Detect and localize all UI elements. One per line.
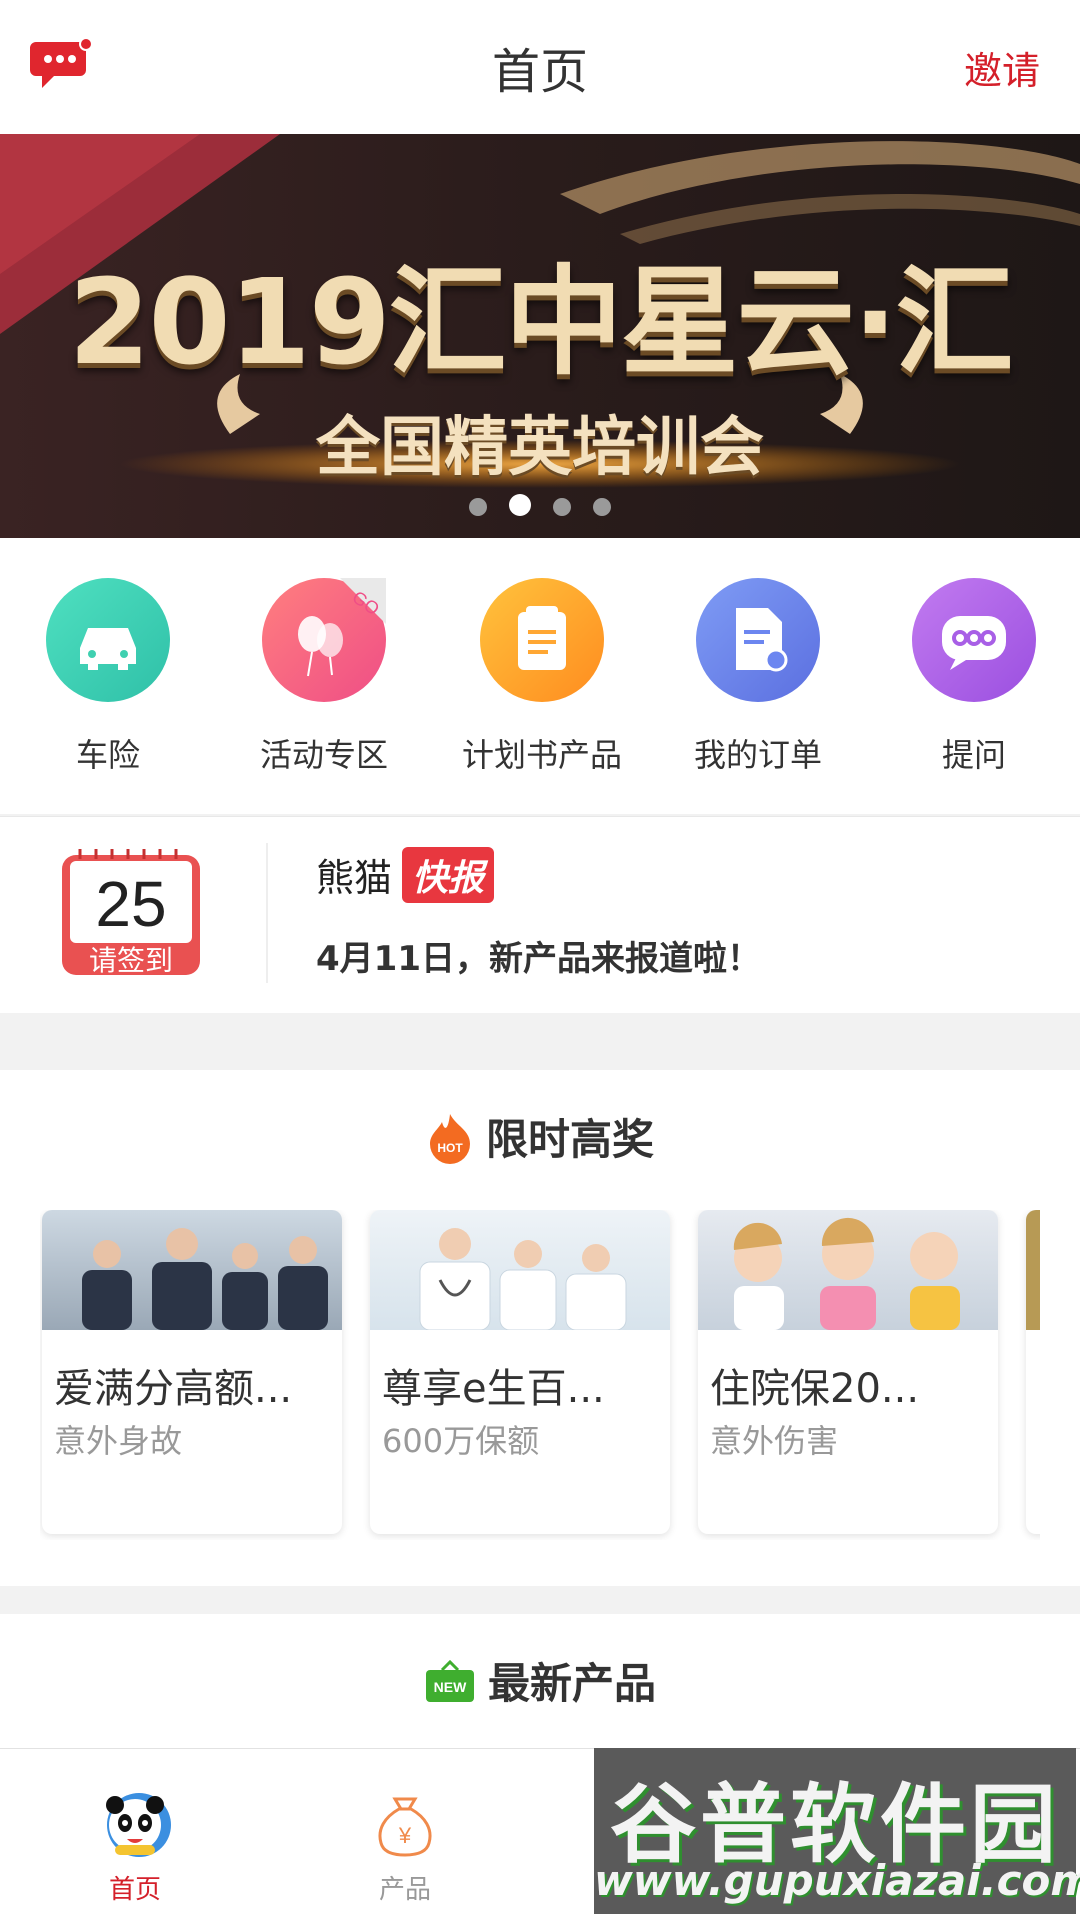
checkin-label: 请签到	[88, 944, 173, 977]
product-subtitle: 意外身故	[54, 1422, 183, 1460]
carousel-dot-active[interactable]	[509, 494, 531, 516]
carousel-dot[interactable]	[553, 498, 571, 516]
quick-entry-label: 活动专区	[259, 736, 388, 774]
tab-home[interactable]: 首页	[0, 1749, 270, 1921]
banner-headline: 2019汇中星云·汇	[68, 253, 1013, 391]
quick-entry-label: 我的订单	[693, 736, 822, 774]
news-bulletin: 25 请签到 熊猫 快报 4月11日，新产品来报道啦！	[0, 816, 1080, 1013]
page-title: 首页	[491, 44, 588, 100]
newest-products-section: NEW 最新产品	[0, 1614, 1080, 1748]
hot-badge-text: HOT	[437, 1141, 463, 1155]
hot-products-section: HOT 限时高奖 爱满分高额... 意外身故 尊享e生百... 600万保额 住…	[0, 1070, 1080, 1586]
product-card[interactable]: 爱满分高额... 意外身故	[42, 1210, 342, 1534]
invite-button[interactable]: 邀请	[964, 40, 1040, 95]
carousel-dot[interactable]	[593, 498, 611, 516]
product-title: 尊享e生百...	[382, 1366, 605, 1412]
quick-entry-label: 提问	[941, 736, 1006, 774]
news-badge: 快报	[402, 847, 495, 903]
carousel-dot[interactable]	[469, 498, 487, 516]
section-title-text: 限时高奖	[485, 1115, 654, 1164]
news-brand: 熊猫	[316, 856, 393, 900]
car-icon	[46, 578, 170, 702]
money-bag-icon: ¥	[365, 1783, 445, 1863]
clipboard-icon	[480, 578, 604, 702]
quick-entry-my-orders[interactable]: 我的订单	[658, 578, 858, 776]
product-card-partial[interactable]	[1026, 1210, 1040, 1534]
balloon-icon: GO	[262, 578, 386, 702]
quick-entry-grid: 车险 GO 活动专区 计划书产品 我的订单 提问	[0, 538, 1080, 814]
promo-banner[interactable]: 2019汇中星云·汇 全国精英培训会	[0, 134, 1080, 538]
product-subtitle: 600万保额	[382, 1422, 540, 1460]
tab-products[interactable]: ¥ 产品	[270, 1749, 540, 1921]
tab-label: 产品	[378, 1875, 431, 1905]
product-subtitle: 意外伤害	[710, 1422, 839, 1460]
divider	[266, 843, 268, 983]
section-title-newest: NEW 最新产品	[0, 1650, 1080, 1714]
fire-icon: HOT	[426, 1112, 474, 1174]
product-image	[698, 1210, 998, 1330]
product-image	[42, 1210, 342, 1330]
document-icon	[696, 578, 820, 702]
panda-icon	[95, 1783, 175, 1863]
banner-subheadline: 全国精英培训会	[316, 411, 764, 485]
watermark-url: www.gupuxiazai.com	[594, 1856, 1080, 1905]
new-badge-text: NEW	[434, 1679, 467, 1695]
svg-text:¥: ¥	[398, 1823, 412, 1848]
product-card[interactable]: 住院保20... 意外伤害	[698, 1210, 998, 1534]
new-tag-icon: NEW	[424, 1659, 476, 1714]
chat-icon	[912, 578, 1036, 702]
quick-entry-proposal[interactable]: 计划书产品	[442, 578, 642, 776]
checkin-calendar[interactable]: 25 请签到	[60, 845, 202, 977]
quick-entry-label: 计划书产品	[461, 736, 622, 774]
product-title: 爱满分高额...	[54, 1366, 293, 1412]
watermark-overlay: 谷普软件园 www.gupuxiazai.com	[594, 1748, 1080, 1914]
quick-entry-activity[interactable]: GO 活动专区	[224, 578, 424, 776]
tab-label: 首页	[108, 1875, 161, 1905]
product-card[interactable]: 尊享e生百... 600万保额	[370, 1210, 670, 1534]
checkin-day: 25	[95, 868, 167, 940]
top-bar: 首页 邀请	[0, 0, 1080, 134]
hot-product-carousel[interactable]: 爱满分高额... 意外身故 尊享e生百... 600万保额 住院保20... 意…	[40, 1210, 1040, 1540]
section-title-hot: HOT 限时高奖	[0, 1106, 1080, 1174]
quick-entry-label: 车险	[75, 736, 140, 774]
section-title-text: 最新产品	[487, 1659, 656, 1708]
product-title: 住院保20...	[710, 1366, 920, 1412]
quick-entry-ask[interactable]: 提问	[874, 578, 1074, 776]
news-headline[interactable]: 4月11日，新产品来报道啦！	[316, 931, 761, 980]
carousel-dots[interactable]	[0, 494, 1080, 520]
product-image	[1026, 1210, 1040, 1330]
quick-entry-car-insurance[interactable]: 车险	[8, 578, 208, 776]
product-image	[370, 1210, 670, 1331]
